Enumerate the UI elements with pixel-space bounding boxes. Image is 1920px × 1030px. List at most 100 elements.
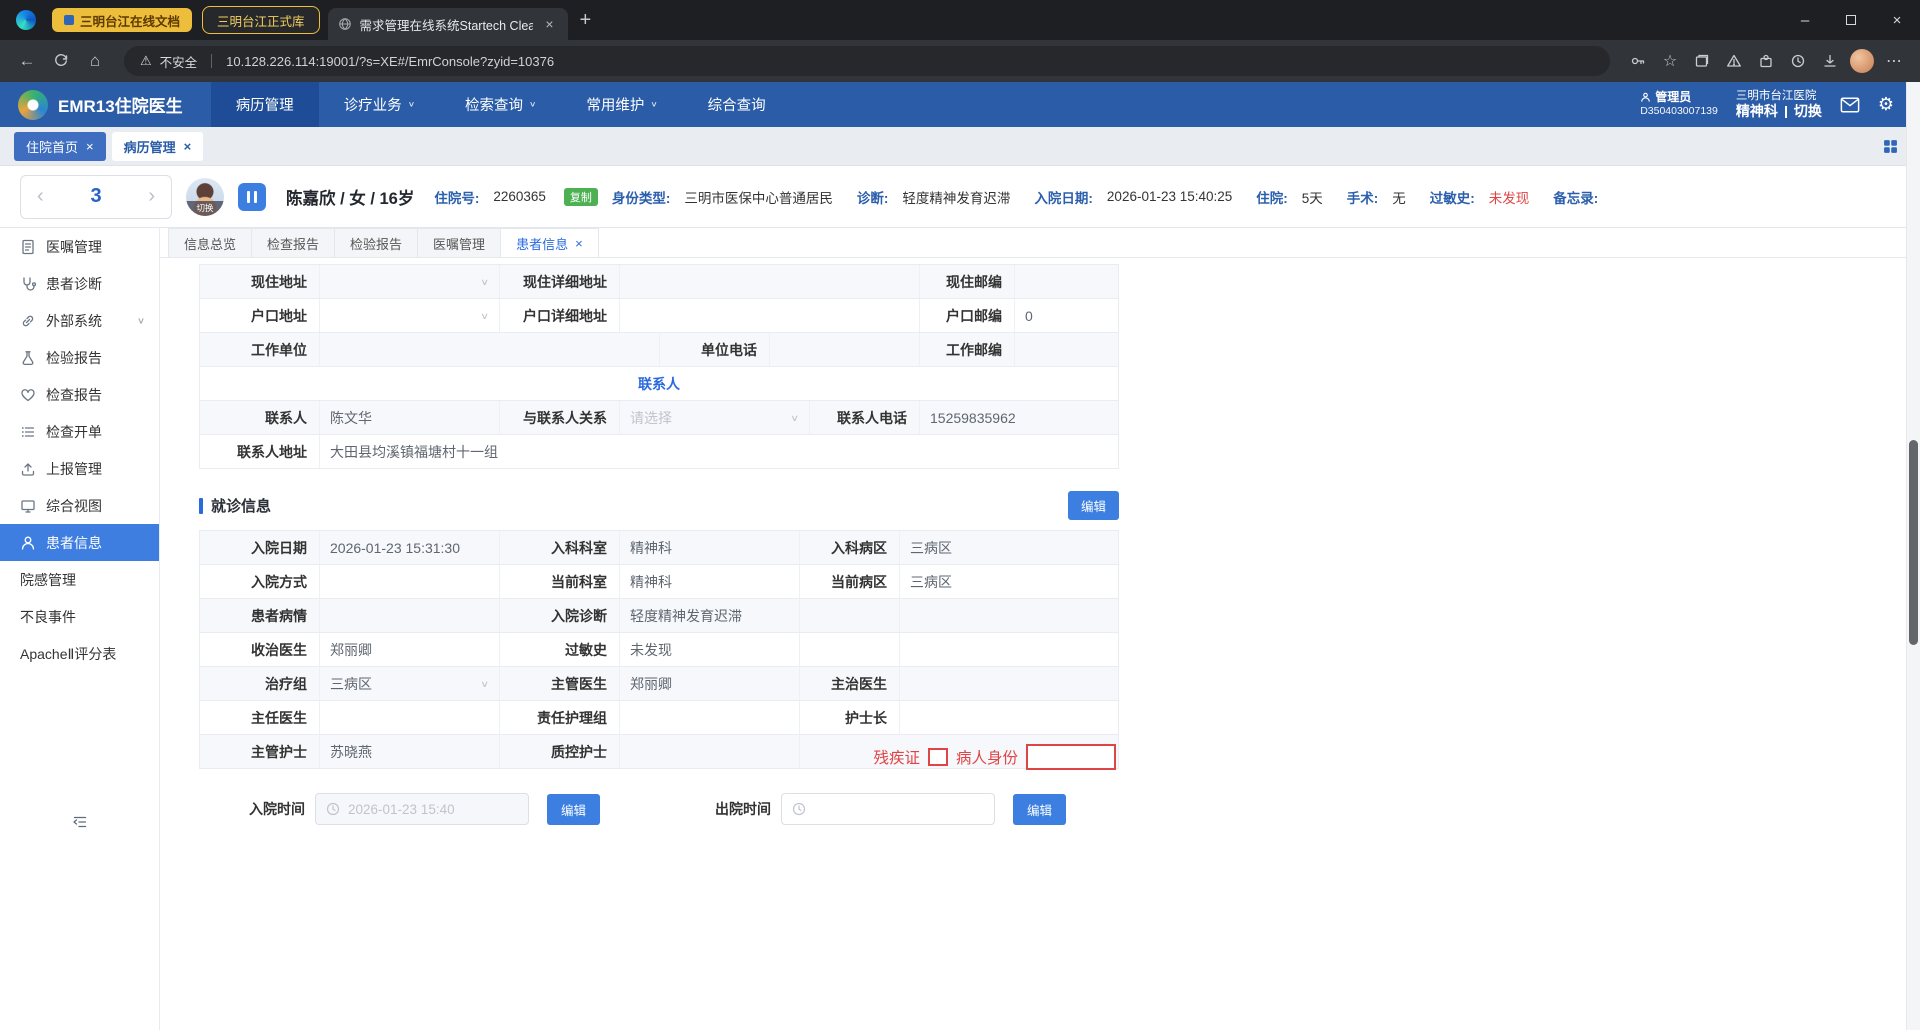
sidebar-item-lab-reports[interactable]: 检验报告 [0, 339, 159, 376]
collections-icon[interactable] [1686, 45, 1718, 77]
avatar-switch-label[interactable]: 切换 [186, 200, 224, 216]
edit-admit-time-button[interactable]: 编辑 [547, 793, 601, 825]
select-field[interactable]: ∨ [320, 265, 500, 298]
tab-lab-reports[interactable]: 检验报告 [334, 228, 419, 257]
nav-clinical-business[interactable]: 诊疗业务 ∨ [319, 82, 440, 127]
select-field[interactable]: 请选择 ∨ [620, 401, 810, 434]
page-scrollbar[interactable] [1906, 82, 1920, 1030]
gear-icon[interactable]: ⚙ [1878, 94, 1894, 115]
field-label: 入院日期 [200, 531, 320, 564]
admit-time-input[interactable]: 2026-01-23 15:40 [315, 793, 529, 825]
tab-inpatient-home[interactable]: 住院首页 × [14, 131, 106, 161]
tab-patient-info[interactable]: 患者信息 × [500, 228, 599, 257]
window-minimize-button[interactable]: – [1782, 0, 1828, 40]
nav-search-query[interactable]: 检索查询 ∨ [440, 82, 561, 127]
scrollbar-thumb[interactable] [1909, 440, 1918, 645]
tab-medical-records[interactable]: 病历管理 × [111, 131, 204, 161]
patient-identity-input[interactable] [1026, 743, 1116, 770]
field-label: 户口详细地址 [500, 299, 620, 332]
field-label: 手术: [1346, 190, 1379, 206]
field-label: 住院号: [434, 190, 480, 206]
globe-icon [338, 17, 352, 31]
alert-triangle-icon[interactable] [1718, 45, 1750, 77]
key-icon[interactable] [1622, 45, 1654, 77]
address-bar[interactable]: ⚠ 不安全 10.128.226.114:19001/?s=XE#/EmrCon… [124, 46, 1610, 76]
copy-button[interactable]: 复制 [563, 187, 598, 206]
pager-prev-button[interactable]: ‹ [37, 185, 44, 208]
sidebar-item-orders[interactable]: 医嘱管理 [0, 228, 159, 265]
profile-avatar[interactable] [1846, 45, 1878, 77]
switch-department-button[interactable]: 切换 [1794, 103, 1822, 121]
sidebar-item-apache2-score[interactable]: ApacheⅡ评分表 [0, 635, 159, 672]
new-tab-button[interactable]: + [580, 10, 592, 30]
edit-discharge-time-button[interactable]: 编辑 [1013, 793, 1067, 825]
field-value [320, 599, 500, 632]
favorites-star-icon[interactable]: ☆ [1654, 45, 1686, 77]
special-status-cell: 残疾证 病人身份 [800, 735, 1118, 770]
mail-icon[interactable] [1840, 96, 1860, 113]
sidebar-item-patient-info[interactable]: 患者信息 [0, 524, 159, 561]
tab-close-icon[interactable]: × [575, 236, 583, 251]
field-value: 2026-01-23 15:31:30 [320, 531, 500, 564]
downloads-icon[interactable] [1814, 45, 1846, 77]
field-allergy: 过敏史: 未发现 [1430, 187, 1540, 207]
discharge-time-input[interactable] [781, 793, 996, 825]
window-close-button[interactable]: × [1874, 0, 1920, 40]
sidebar-item-infection-management[interactable]: 院感管理 [0, 561, 159, 598]
select-field[interactable]: ∨ [320, 299, 500, 332]
field-admission-no: 住院号: 2260365 复制 [434, 187, 598, 207]
nav-comprehensive-query[interactable]: 综合查询 [683, 82, 791, 127]
patient-pager: ‹ 3 › [20, 174, 172, 219]
field-label: 入科病区 [800, 531, 900, 564]
field-value [900, 701, 1120, 734]
chevron-down-icon: ∨ [480, 678, 489, 689]
tab-group-chip[interactable]: 三明台江在线文档 [52, 8, 193, 32]
tab-close-icon[interactable]: × [184, 139, 192, 154]
sidebar-item-label: 上报管理 [46, 460, 102, 477]
tab-exam-reports[interactable]: 检查报告 [251, 228, 336, 257]
table-row: 治疗组 三病区 ∨ 主管医生 郑丽卿 主治医生 [200, 667, 1118, 701]
select-field[interactable]: 三病区 ∨ [320, 667, 500, 700]
layout-grid-icon[interactable] [1883, 139, 1898, 154]
field-value: 轻度精神发育迟滞 [902, 190, 1011, 206]
browser-logo-icon[interactable] [16, 10, 36, 30]
patient-avatar[interactable]: 切换 [186, 177, 224, 216]
tab-info-overview[interactable]: 信息总览 [168, 228, 253, 257]
history-icon[interactable] [1782, 45, 1814, 77]
sidebar-item-diagnosis[interactable]: 患者诊断 [0, 265, 159, 302]
menu-dots-icon[interactable]: ⋯ [1878, 45, 1910, 77]
sidebar-item-label: 外部系统 [46, 312, 102, 329]
tab-close-icon[interactable]: × [86, 139, 94, 154]
tab-close-icon[interactable]: × [541, 16, 557, 32]
pause-button[interactable] [238, 182, 266, 211]
sidebar-item-adverse-events[interactable]: 不良事件 [0, 598, 159, 635]
table-row: 患者病情 入院诊断 轻度精神发育迟滞 [200, 599, 1118, 633]
extensions-icon[interactable] [1750, 45, 1782, 77]
nav-label: 病历管理 [235, 98, 294, 114]
back-button[interactable]: ← [10, 44, 44, 78]
visit-section-header: 就诊信息 编辑 [199, 491, 1119, 520]
sidebar-item-external-systems[interactable]: 外部系统 ∨ [0, 302, 159, 339]
toolbar-icons: ☆ ⋯ [1622, 45, 1910, 77]
nav-medical-records[interactable]: 病历管理 [210, 82, 319, 127]
browser-tab-active[interactable]: 需求管理在线系统Startech ClearQ × [327, 8, 568, 40]
sidebar-item-exam-reports[interactable]: 检查报告 [0, 376, 159, 413]
edit-visit-button[interactable]: 编辑 [1067, 491, 1119, 520]
home-button[interactable]: ⌂ [78, 44, 112, 78]
sidebar-collapse-button[interactable] [0, 814, 159, 830]
sidebar-item-report-management[interactable]: 上报管理 [0, 450, 159, 487]
sidebar-item-exam-orders[interactable]: 检查开单 [0, 413, 159, 450]
field-label: 备忘录: [1553, 190, 1599, 206]
field-surgery: 手术: 无 [1347, 187, 1416, 207]
nav-common-maintenance[interactable]: 常用维护 ∨ [561, 82, 682, 127]
pager-next-button[interactable]: › [148, 185, 155, 208]
nav-label: 综合查询 [707, 98, 766, 114]
field-value: 未发现 [620, 633, 800, 666]
refresh-button[interactable] [44, 44, 78, 78]
tab-orders[interactable]: 医嘱管理 [417, 228, 502, 257]
tab-label: 住院首页 [26, 139, 79, 155]
disability-cert-checkbox[interactable] [927, 747, 948, 766]
browser-tab-grouped[interactable]: 三明台江正式库 [202, 6, 320, 34]
sidebar-item-overview[interactable]: 综合视图 [0, 487, 159, 524]
window-maximize-button[interactable] [1828, 0, 1874, 40]
